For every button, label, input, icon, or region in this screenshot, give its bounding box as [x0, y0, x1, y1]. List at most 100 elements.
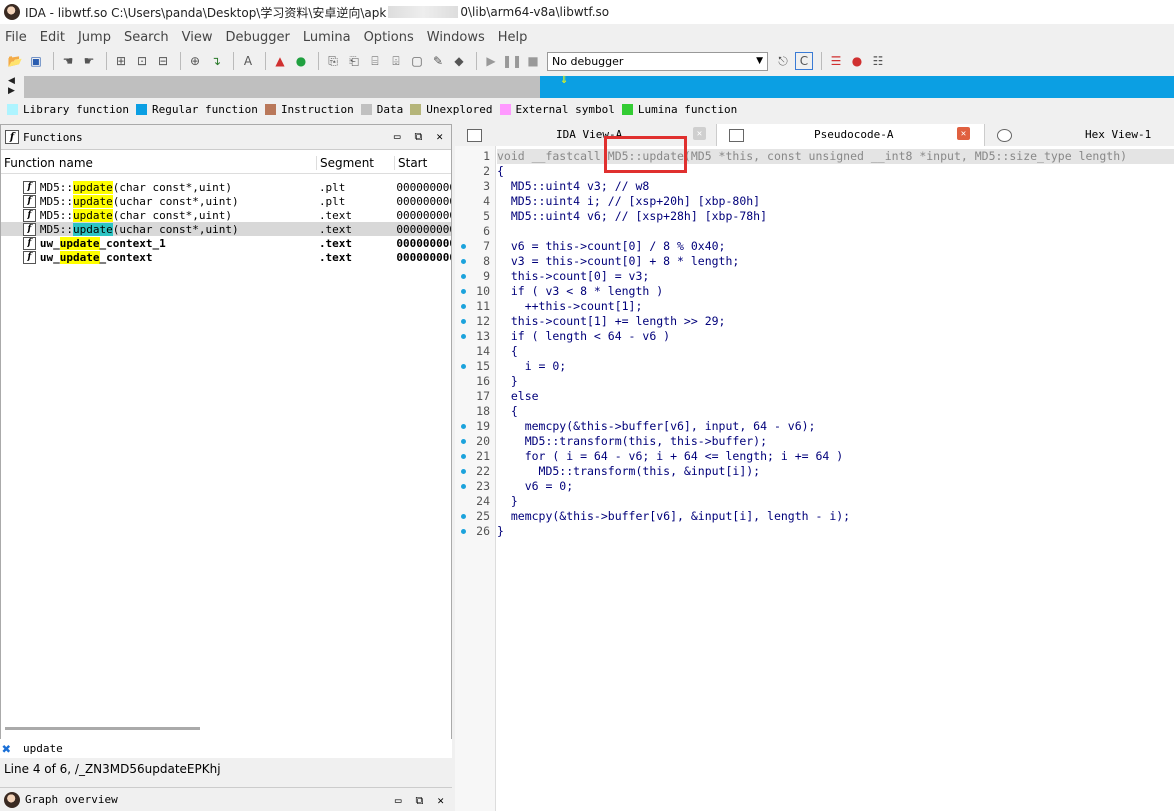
code-line[interactable]: v3 = this->count[0] + 8 * length; [497, 254, 739, 269]
back-icon[interactable]: ☚ [59, 52, 77, 70]
pseudocode-icon[interactable]: C [795, 52, 813, 70]
nav-band-data[interactable] [24, 76, 540, 98]
code-line[interactable]: } [497, 374, 518, 389]
struct-icon[interactable]: ⊟ [154, 52, 172, 70]
menu-item-options[interactable]: Options [364, 30, 414, 45]
tab-pseudocode[interactable]: Pseudocode-A ✕ [717, 124, 985, 146]
breakpoint-dot-icon[interactable] [461, 244, 466, 249]
breakpoint-dot-icon[interactable] [461, 304, 466, 309]
strings-icon[interactable]: ⌸ [366, 52, 384, 70]
code-line[interactable]: v6 = this->count[0] / 8 % 0x40; [497, 239, 726, 254]
code-line[interactable]: this->count[1] += length >> 29; [497, 314, 726, 329]
edit-icon[interactable]: ✎ [429, 52, 447, 70]
menu-item-edit[interactable]: Edit [40, 30, 65, 45]
breakpoint-dot-icon[interactable] [461, 364, 466, 369]
breakpoint-dot-icon[interactable] [461, 334, 466, 339]
close-icon[interactable]: ✕ [693, 127, 706, 140]
menu-item-windows[interactable]: Windows [427, 30, 485, 45]
attach-icon[interactable]: ⎋ [774, 52, 792, 70]
float-icon[interactable]: ⧉ [416, 794, 424, 808]
menu-item-debugger[interactable]: Debugger [225, 30, 289, 45]
nav-arrows[interactable]: ◀ ▶ [0, 76, 24, 98]
menu-item-lumina[interactable]: Lumina [303, 30, 351, 45]
code-line[interactable]: { [497, 404, 518, 419]
graph-icon[interactable]: ⊡ [133, 52, 151, 70]
run-icon[interactable]: ▶ [482, 52, 500, 70]
code-line[interactable]: ++this->count[1]; [497, 299, 643, 314]
code-line[interactable]: i = 0; [497, 359, 567, 374]
text-icon[interactable]: A [239, 52, 257, 70]
function-row[interactable]: fuw_update_context_1.text0000000000 [1, 236, 451, 250]
menu-item-view[interactable]: View [182, 30, 213, 45]
open-icon[interactable]: 📂 [6, 52, 24, 70]
segments-icon[interactable]: ⌹ [387, 52, 405, 70]
breakpoint-dot-icon[interactable] [461, 484, 466, 489]
minimize-icon[interactable]: ▭ [395, 794, 402, 808]
code-area[interactable]: 1 2 3 4 5 6 7 8 9 10 11 12 13 14 15 16 17 18 19 20 21 22 23 24 2… [455, 146, 1174, 811]
nav-band-code[interactable]: ⇓ [540, 75, 1174, 98]
patch-icon[interactable]: ▢ [408, 52, 426, 70]
code-line[interactable]: memcpy(&this->buffer[v6], &input[i], len… [497, 509, 850, 524]
code-line[interactable]: MD5::transform(this, this->buffer); [497, 434, 767, 449]
code-line[interactable]: if ( length < 64 - v6 ) [497, 329, 670, 344]
breakpoint-dot-icon[interactable] [461, 274, 466, 279]
menu-item-file[interactable]: File [5, 30, 27, 45]
code-line[interactable]: else [497, 389, 539, 404]
minimize-icon[interactable]: ▭ [394, 130, 401, 144]
filter-input[interactable]: update [23, 742, 63, 755]
pause-icon[interactable]: ❚❚ [502, 52, 522, 70]
function-row[interactable]: f MD5::update(char const*,uint) .text 00000… [1, 208, 451, 222]
diamond-icon[interactable]: ◆ [450, 52, 468, 70]
code-line[interactable]: for ( i = 64 - v6; i + 64 <= length; i +… [497, 449, 844, 464]
column-start[interactable]: Start [395, 156, 451, 170]
code-line[interactable]: MD5::uint4 i; // [xsp+20h] [xbp-80h] [497, 194, 760, 209]
code-line[interactable]: v6 = 0; [497, 479, 573, 494]
close-icon[interactable]: ✕ [957, 127, 970, 140]
function-row[interactable]: f MD5::update(char const*,uint) .plt 000000… [1, 180, 451, 194]
clear-filter-icon[interactable]: ✖ [2, 740, 11, 758]
function-row[interactable]: f MD5::update(uchar const*,uint) .text 0000… [1, 222, 451, 236]
breakpoint-dot-icon[interactable] [461, 514, 466, 519]
debugger-select[interactable]: No debugger ▼ [547, 51, 768, 71]
terminate-icon[interactable]: ■ [524, 52, 542, 70]
code-line[interactable]: void __fastcall MD5::update(MD5 *this, c… [497, 149, 1174, 164]
code-line[interactable]: MD5::transform(this, &input[i]); [497, 464, 761, 479]
close-icon[interactable]: ✕ [437, 794, 444, 808]
menu-item-help[interactable]: Help [498, 30, 528, 45]
code-line[interactable]: } [497, 524, 504, 539]
breakpoint-dot-icon[interactable] [461, 289, 466, 294]
breakpoint-dot-icon[interactable] [461, 424, 466, 429]
save-icon[interactable]: ▣ [27, 52, 45, 70]
hex-view-icon[interactable]: ⊞ [112, 52, 130, 70]
breakpoint-dot-icon[interactable] [461, 439, 466, 444]
breakpoint-dot-icon[interactable] [461, 454, 466, 459]
forward-icon[interactable]: ☛ [80, 52, 98, 70]
breakpoint-dot-icon[interactable] [461, 469, 466, 474]
breakpoint-dot-icon[interactable] [461, 259, 466, 264]
tracing-icon[interactable]: ☷ [869, 52, 887, 70]
navigation-band[interactable]: ◀ ▶ ⇓ [0, 75, 1174, 98]
tab-hex-view[interactable]: Hex View-1 [985, 124, 1174, 146]
breakpoint-dot-icon[interactable] [461, 529, 466, 534]
float-icon[interactable]: ⧉ [415, 130, 423, 144]
code-line[interactable]: memcpy(&this->buffer[v6], input, 64 - v6… [497, 419, 816, 434]
horizontal-scrollbar[interactable] [5, 727, 200, 730]
go-icon[interactable]: ● [292, 52, 310, 70]
breakpoint-dot-icon[interactable] [461, 319, 466, 324]
column-segment[interactable]: Segment [317, 156, 395, 170]
code-line[interactable]: MD5::uint4 v6; // [xsp+28h] [xbp-78h] [497, 209, 767, 224]
breakpoint-list-icon[interactable]: ☰ [827, 52, 845, 70]
column-function-name[interactable]: Function name [1, 156, 317, 170]
names-icon[interactable]: ⎗ [345, 52, 363, 70]
menu-item-jump[interactable]: Jump [78, 30, 111, 45]
function-row[interactable]: fuw_update_context.text0000000000 [1, 250, 451, 264]
code-line[interactable]: MD5::uint4 v3; // w8 [497, 179, 649, 194]
code-line[interactable]: } [497, 494, 518, 509]
close-icon[interactable]: ✕ [436, 130, 443, 144]
menu-item-search[interactable]: Search [124, 30, 169, 45]
xref-icon[interactable]: ⎘ [324, 52, 342, 70]
code-line[interactable]: { [497, 164, 504, 179]
code-line[interactable]: if ( v3 < 8 * length ) [497, 284, 663, 299]
code-line[interactable]: { [497, 344, 518, 359]
breakpoint-icon[interactable]: ● [848, 52, 866, 70]
